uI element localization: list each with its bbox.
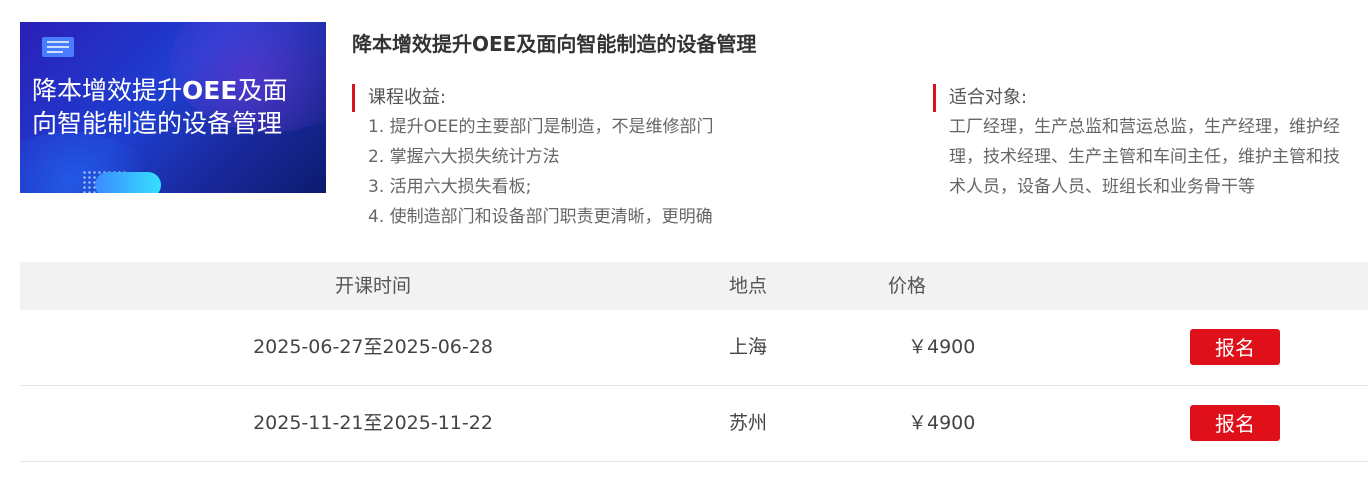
banner-title-line2: 向智能制造的设备管理 xyxy=(32,109,283,138)
banner-title-line1-bold: OEE xyxy=(182,76,238,105)
table-row: 2025-06-27至2025-06-28 上海 ￥4900 报名 xyxy=(20,310,1368,386)
target-audience-section: 适合对象: 工厂经理，生产总监和营运总监，生产经理，维护经理，技术经理、生产主管… xyxy=(933,84,1343,202)
course-benefits-list: 1. 提升OEE的主要部门是制造，不是维修部门 2. 掌握六大损失统计方法 3.… xyxy=(352,112,792,232)
schedule-table-header: 开课时间 地点 价格 xyxy=(20,262,1368,310)
session-place: 苏州 xyxy=(728,412,767,434)
table-row: 2025-11-21至2025-11-22 苏州 ￥4900 报名 xyxy=(20,386,1368,462)
session-date: 2025-06-27至2025-06-28 xyxy=(253,336,493,358)
target-audience-heading: 适合对象: xyxy=(933,84,1343,112)
course-page: 降本增效提升OEE及面 向智能制造的设备管理 降本增效提升OEE及面向智能制造的… xyxy=(0,0,1368,480)
column-header-place: 地点 xyxy=(728,275,767,297)
banner-title-line1-pre: 降本增效提升 xyxy=(32,76,183,105)
session-date: 2025-11-21至2025-11-22 xyxy=(253,412,493,434)
benefit-item: 2. 掌握六大损失统计方法 xyxy=(368,147,560,167)
session-price: ￥4900 xyxy=(908,336,976,358)
column-header-price: 价格 xyxy=(888,275,927,297)
course-benefits-heading: 课程收益: xyxy=(352,84,792,112)
column-header-time: 开课时间 xyxy=(334,275,411,297)
banner-title: 降本增效提升OEE及面 向智能制造的设备管理 xyxy=(32,74,322,140)
course-title[interactable]: 降本增效提升OEE及面向智能制造的设备管理 xyxy=(352,28,756,57)
course-banner-image[interactable]: 降本增效提升OEE及面 向智能制造的设备管理 xyxy=(20,22,326,193)
course-benefits-section: 课程收益: 1. 提升OEE的主要部门是制造，不是维修部门 2. 掌握六大损失统… xyxy=(352,84,792,232)
session-place: 上海 xyxy=(728,336,767,358)
session-price: ￥4900 xyxy=(908,412,976,434)
signup-button[interactable]: 报名 xyxy=(1190,405,1280,441)
signup-button[interactable]: 报名 xyxy=(1190,329,1280,365)
benefit-item: 3. 活用六大损失看板; xyxy=(368,177,532,197)
benefit-item: 4. 使制造部门和设备部门职责更清晰，更明确 xyxy=(368,207,713,227)
target-audience-text: 工厂经理，生产总监和营运总监，生产经理，维护经理，技术经理、生产主管和车间主任，… xyxy=(949,117,1340,197)
document-icon xyxy=(42,37,74,57)
banner-pill-decoration xyxy=(95,172,161,193)
benefit-item: 1. 提升OEE的主要部门是制造，不是维修部门 xyxy=(368,117,714,137)
banner-title-line1-post: 及面 xyxy=(237,76,288,105)
